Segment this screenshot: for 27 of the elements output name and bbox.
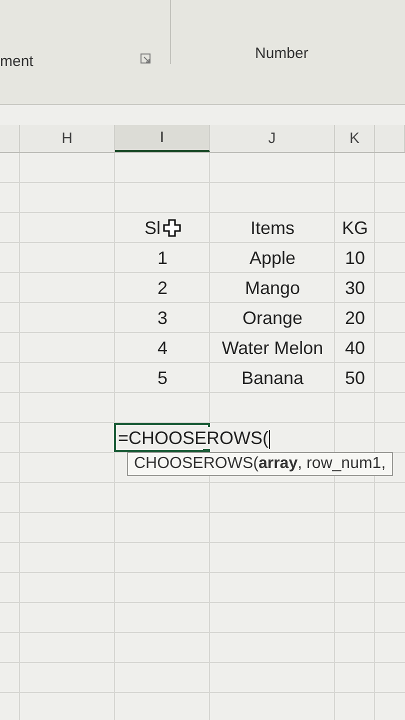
- table-cell-text: 5: [156, 366, 168, 390]
- table-cell-text: Water Melon: [220, 336, 324, 360]
- table-cell-text: Apple: [248, 246, 297, 270]
- table-cell-text: 4: [156, 336, 168, 360]
- table-cell-text: 30: [344, 276, 366, 300]
- table-cell: Sl: [144, 218, 160, 238]
- cell-input[interactable]: =CHOOSEROWS(: [117, 427, 271, 449]
- table-cell-text: 40: [344, 336, 366, 360]
- table-cell-text: Banana: [240, 366, 305, 390]
- function-tooltip: CHOOSEROWS(array, row_num1,: [127, 452, 393, 476]
- table-cell-text: 2: [156, 276, 168, 300]
- ribbon-group-label: Number: [255, 45, 310, 62]
- table-cell-text: 1: [156, 246, 168, 270]
- table-cell-text: KG: [340, 216, 369, 240]
- table-cell-text: Mango: [244, 276, 302, 300]
- ribbon-group-label: ment: [0, 53, 34, 70]
- cursor-icon: [162, 219, 180, 237]
- table-cell-text: Orange: [241, 306, 304, 330]
- table-cell-text: 20: [344, 306, 366, 330]
- column-header[interactable]: K: [335, 125, 375, 152]
- dialog-launcher-icon[interactable]: [140, 53, 151, 64]
- column-header[interactable]: I: [115, 125, 210, 152]
- table-cell-text: 3: [156, 306, 168, 330]
- column-header[interactable]: J: [210, 125, 335, 152]
- table-cell-text: 50: [344, 366, 366, 390]
- table-cell-text: 10: [344, 246, 366, 270]
- table-cell-text: Items: [249, 216, 296, 240]
